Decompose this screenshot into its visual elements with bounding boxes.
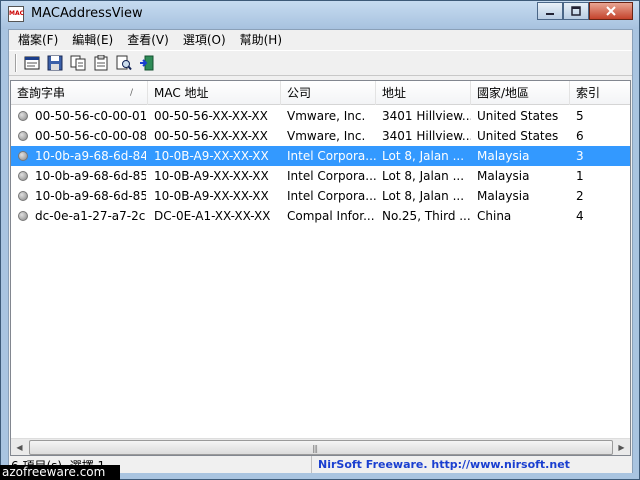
cell-company: Vmware, Inc. [287,129,366,143]
network-adapter-icon [18,191,28,201]
column-header-query[interactable]: 查詢字串 / [11,81,148,105]
cell-query: 10-0b-a9-68-6d-84 [35,149,146,163]
table-row[interactable]: 00-50-56-c0-00-01 00-50-56-XX-XX-XX Vmware… [11,106,630,126]
cell-country: Malaysia [477,149,530,163]
cell-mac: 10-0B-A9-XX-XX-XX [154,169,269,183]
table-row[interactable]: 10-0b-a9-68-6d-85 10-0B-A9-XX-XX-XX Intel … [11,166,630,186]
close-icon [606,6,616,16]
cell-company: Intel Corpora... [287,189,376,203]
column-header-label: 查詢字串 [17,86,66,100]
cell-country: China [477,209,512,223]
scrollbar-grip-icon: ||| [312,444,318,453]
cell-address: Lot 8, Jalan ... [382,149,465,163]
minimize-icon [546,13,554,15]
network-adapter-icon [18,151,28,161]
search-button[interactable] [113,52,135,74]
cell-index: 1 [576,169,584,183]
cell-address: No.25, Third ... [382,209,471,223]
properties-button[interactable] [90,52,112,74]
copy-icon [70,55,86,71]
cell-query: 10-0b-a9-68-6d-85 [35,189,146,203]
cell-mac: 10-0B-A9-XX-XX-XX [154,149,269,163]
column-header-company[interactable]: 公司 [281,81,376,105]
cell-country: Malaysia [477,189,530,203]
maximize-icon [571,6,581,16]
network-adapter-icon [18,111,28,121]
cell-country: United States [477,109,559,123]
table-row[interactable]: dc-0e-a1-27-a7-2c DC-0E-A1-XX-XX-XX Compal… [11,206,630,226]
export-html-icon [24,56,40,70]
exit-button[interactable] [136,52,158,74]
cell-index: 3 [576,149,584,163]
copy-button[interactable] [67,52,89,74]
cell-query: 00-50-56-c0-00-08 [35,129,146,143]
menu-edit[interactable]: 編輯(E) [65,30,120,50]
cell-query: dc-0e-a1-27-a7-2c [35,209,146,223]
toolbar-grip [15,54,17,72]
scroll-left-button[interactable]: ◀ [11,439,28,455]
cell-mac: 00-50-56-XX-XX-XX [154,129,268,143]
table-row[interactable]: 00-50-56-c0-00-08 00-50-56-XX-XX-XX Vmware… [11,126,630,146]
toolbar [9,50,632,76]
network-adapter-icon [18,211,28,221]
export-html-button[interactable] [21,52,43,74]
cell-company: Intel Corpora... [287,149,376,163]
app-window: MAC MACAddressView 檔案(F) 編輯(E) 查看(V) 選項(… [0,0,640,480]
menu-options[interactable]: 選項(O) [176,30,233,50]
watermark: azofreeware.com [0,465,120,480]
search-icon [116,55,132,71]
cell-mac: 10-0B-A9-XX-XX-XX [154,189,269,203]
cell-index: 6 [576,129,584,143]
properties-icon [94,55,108,71]
list-header: 查詢字串 / MAC 地址 公司 地址 國家/地區 索引 [11,81,630,105]
save-icon [47,55,63,71]
cell-address: Lot 8, Jalan ... [382,169,465,183]
column-header-address[interactable]: 地址 [376,81,471,105]
cell-index: 2 [576,189,584,203]
network-adapter-icon [18,131,28,141]
menu-file[interactable]: 檔案(F) [11,30,65,50]
cell-address: 3401 Hillview... [382,129,471,143]
table-row[interactable]: 10-0b-a9-68-6d-84 10-0B-A9-XX-XX-XX Intel … [11,146,630,166]
cell-index: 5 [576,109,584,123]
title-bar[interactable]: MAC MACAddressView [1,1,639,29]
close-button[interactable] [589,2,633,20]
menu-help[interactable]: 幫助(H) [233,30,289,50]
window-title: MACAddressView [31,6,143,21]
app-icon: MAC [8,6,24,22]
client-area: 檔案(F) 編輯(E) 查看(V) 選項(O) 幫助(H) 查詢字串 / MAC… [8,29,633,473]
column-header-country[interactable]: 國家/地區 [471,81,570,105]
sort-ascending-icon: / [129,88,133,98]
column-header-index[interactable]: 索引 [570,81,630,105]
menu-bar: 檔案(F) 編輯(E) 查看(V) 選項(O) 幫助(H) [9,30,632,50]
cell-company: Compal Infor... [287,209,375,223]
minimize-button[interactable] [537,2,563,20]
cell-country: Malaysia [477,169,530,183]
cell-country: United States [477,129,559,143]
mac-address-list[interactable]: 查詢字串 / MAC 地址 公司 地址 國家/地區 索引 00-50-56-c0… [10,80,631,456]
exit-icon [140,55,154,71]
horizontal-scrollbar[interactable]: ◀ ||| ▶ [11,438,630,455]
nirsoft-link[interactable]: NirSoft Freeware. http://www.nirsoft.net [311,456,627,473]
cell-query: 00-50-56-c0-00-01 [35,109,146,123]
network-adapter-icon [18,171,28,181]
cell-query: 10-0b-a9-68-6d-85 [35,169,146,183]
cell-mac: DC-0E-A1-XX-XX-XX [154,209,271,223]
table-row[interactable]: 10-0b-a9-68-6d-85 10-0B-A9-XX-XX-XX Intel … [11,186,630,206]
cell-address: 3401 Hillview... [382,109,471,123]
cell-address: Lot 8, Jalan ... [382,189,465,203]
cell-index: 4 [576,209,584,223]
cell-company: Vmware, Inc. [287,109,366,123]
cell-mac: 00-50-56-XX-XX-XX [154,109,268,123]
save-button[interactable] [44,52,66,74]
cell-company: Intel Corpora... [287,169,376,183]
column-header-mac[interactable]: MAC 地址 [148,81,281,105]
maximize-button[interactable] [563,2,589,20]
menu-view[interactable]: 查看(V) [120,30,176,50]
scroll-right-button[interactable]: ▶ [613,439,630,455]
scrollbar-thumb[interactable]: ||| [29,440,613,455]
